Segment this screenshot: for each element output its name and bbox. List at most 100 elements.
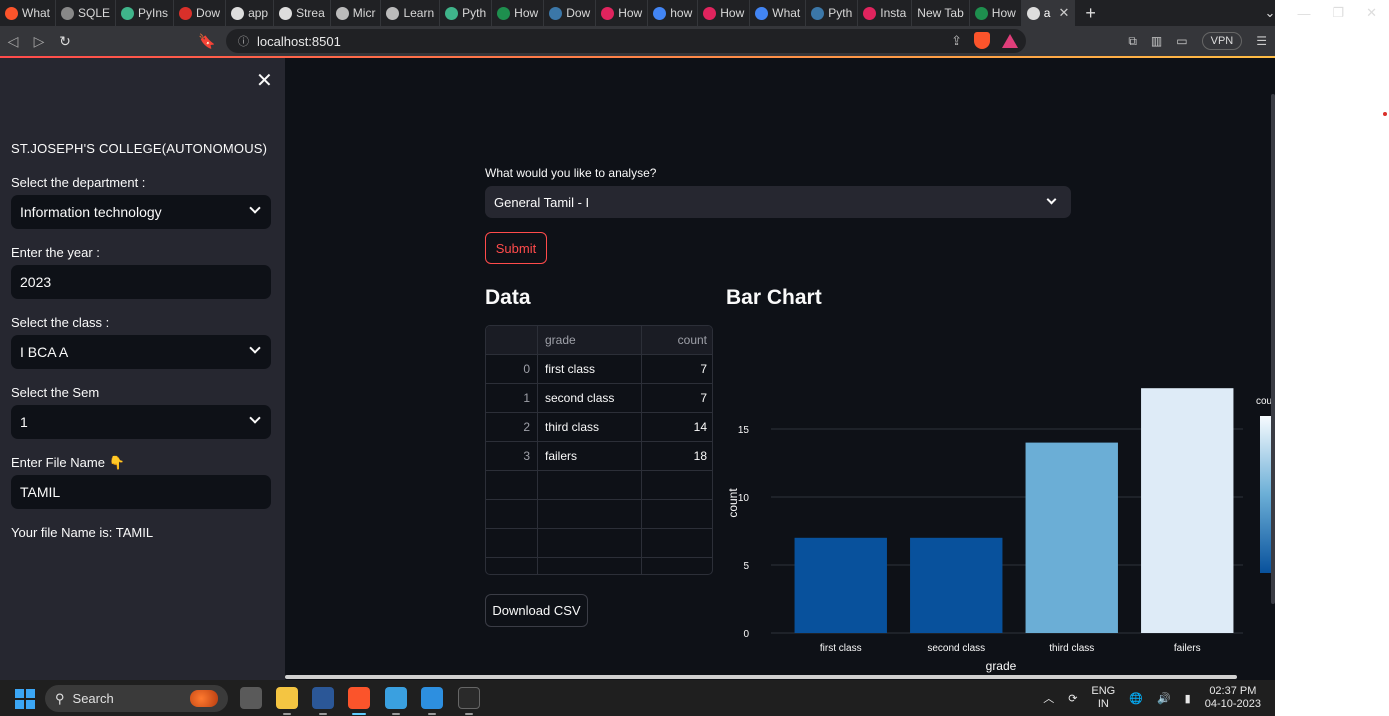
browser-tab[interactable]: What	[750, 0, 807, 26]
table-row: 2 third class 14	[486, 413, 712, 442]
windows-start-icon[interactable]	[15, 689, 35, 709]
table-row: 1 second class 7	[486, 384, 712, 413]
filename-input[interactable]: TAMIL	[11, 475, 271, 509]
file-explorer-icon[interactable]	[276, 687, 298, 709]
browser-tab[interactable]: Dow	[174, 0, 227, 26]
cell-index: 0	[486, 355, 538, 384]
cell-grade: third class	[538, 413, 642, 442]
browser-tab[interactable]: Dow	[544, 0, 597, 26]
bar-second-class[interactable]	[910, 537, 1003, 633]
extensions-icon[interactable]: ⧉	[1128, 34, 1137, 49]
bar-third-class[interactable]	[1025, 442, 1118, 633]
menu-icon[interactable]: ☰	[1256, 34, 1267, 48]
department-label: Select the department :	[11, 175, 146, 190]
notepad-icon[interactable]	[385, 687, 407, 709]
class-select[interactable]: I BCA A	[11, 335, 271, 369]
browser-tab[interactable]: app	[226, 0, 275, 26]
department-select[interactable]: Information technology	[11, 195, 271, 229]
browser-tab[interactable]: Insta	[858, 0, 913, 26]
clock[interactable]: 02:37 PM 04-10-2023	[1205, 685, 1261, 711]
tab-favicon-icon	[5, 6, 18, 20]
taskbar-search[interactable]: ⚲ Search	[45, 685, 228, 712]
close-window-icon[interactable]: ✕	[1366, 5, 1377, 21]
vertical-scrollbar[interactable]	[1271, 94, 1275, 604]
brave-icon[interactable]	[348, 687, 370, 709]
header-count[interactable]: count	[642, 326, 712, 355]
browser-tab[interactable]: how	[648, 0, 699, 26]
sidebar-toggle-icon[interactable]: ▥	[1151, 34, 1162, 48]
tab-favicon-icon	[755, 6, 769, 20]
browser-tab[interactable]: a ✕	[1021, 0, 1076, 26]
download-csv-button[interactable]: Download CSV	[485, 594, 588, 627]
address-bar[interactable]: ⓘ localhost:8501 ⇪	[226, 29, 1026, 53]
browser-toolbar: ◁ ▷ ↻ 🔖 ⓘ localhost:8501 ⇪ ⧉ ▥ ▭ VPN ☰	[0, 26, 1275, 56]
network-icon[interactable]: 🌐	[1129, 692, 1143, 705]
data-table[interactable]: grade count 0 first class 7 1 second cla…	[485, 325, 713, 575]
reload-icon[interactable]: ↻	[52, 33, 78, 50]
class-value: I BCA A	[20, 344, 69, 360]
tab-label: Learn	[403, 6, 435, 20]
tab-favicon-icon	[497, 6, 511, 20]
browser-tab[interactable]: What	[0, 0, 57, 26]
word-icon[interactable]	[312, 687, 334, 709]
forward-icon[interactable]: ▷	[26, 33, 52, 50]
empty-row	[486, 471, 712, 500]
brave-shield-icon[interactable]	[974, 32, 990, 49]
browser-tab[interactable]: How	[596, 0, 649, 26]
volume-icon[interactable]: 🔊	[1157, 692, 1171, 705]
tab-label: New Tab	[917, 6, 964, 20]
analyse-label: What would you like to analyse?	[485, 166, 657, 180]
brave-rewards-icon[interactable]	[1002, 33, 1018, 48]
browser-tab[interactable]: PyIns	[116, 0, 175, 26]
sem-select[interactable]: 1	[11, 405, 271, 439]
analyse-select[interactable]: General Tamil - I	[485, 186, 1071, 218]
empty-row	[486, 529, 712, 558]
vscode-icon[interactable]	[421, 687, 443, 709]
browser-tab[interactable]: How	[492, 0, 545, 26]
minimize-icon[interactable]: —	[1297, 6, 1310, 21]
header-grade[interactable]: grade	[538, 326, 642, 355]
browser-tab[interactable]: How	[970, 0, 1022, 26]
wallet-icon[interactable]: ▭	[1176, 34, 1187, 48]
task-view-icon[interactable]	[240, 687, 262, 709]
browser-tab[interactable]: Pyth	[806, 0, 859, 26]
language-indicator[interactable]: ENG IN	[1091, 685, 1115, 711]
submit-button[interactable]: Submit	[485, 232, 547, 264]
share-icon[interactable]: ⇪	[951, 33, 962, 49]
horizontal-scrollbar[interactable]	[285, 675, 1237, 679]
tab-list-icon[interactable]: ⌄	[1265, 5, 1276, 21]
y-tick-label: 0	[743, 629, 749, 640]
close-sidebar-icon[interactable]: ✕	[256, 68, 273, 93]
bookmark-icon[interactable]: 🔖	[194, 33, 220, 50]
terminal-icon[interactable]	[458, 687, 480, 709]
browser-tab[interactable]: New Tab	[912, 0, 970, 26]
tab-close-icon[interactable]: ✕	[1058, 5, 1069, 21]
tab-favicon-icon	[549, 6, 563, 20]
bar-failers[interactable]	[1141, 388, 1234, 633]
maximize-icon[interactable]: ❐	[1332, 5, 1344, 21]
site-info-icon[interactable]: ⓘ	[238, 33, 249, 49]
new-tab-icon[interactable]: +	[1075, 3, 1106, 24]
tab-label: How	[991, 6, 1016, 20]
browser-tab[interactable]: Strea	[274, 0, 331, 26]
bar-chart[interactable]: 051015 first class second class third clas…	[725, 313, 1275, 675]
tab-label: how	[670, 6, 693, 20]
browser-tab[interactable]: How	[698, 0, 751, 26]
browser-tab[interactable]: SQLE	[56, 0, 117, 26]
browser-tab[interactable]: Pyth	[440, 0, 493, 26]
year-input[interactable]: 2023	[11, 265, 271, 299]
browser-tab[interactable]: Learn	[381, 0, 441, 26]
tab-label: Dow	[566, 6, 591, 20]
back-icon[interactable]: ◁	[0, 33, 26, 50]
vpn-button[interactable]: VPN	[1201, 32, 1243, 50]
x-tick-label: second class	[927, 643, 985, 654]
chevron-up-icon[interactable]: ︿	[1043, 690, 1054, 706]
bar-first-class[interactable]	[794, 537, 887, 633]
tab-favicon-icon	[121, 6, 135, 20]
sync-icon[interactable]: ⟳	[1068, 692, 1077, 705]
sidebar: ✕ ST.JOSEPH'S COLLEGE(AUTONOMOUS) Select…	[0, 58, 285, 680]
battery-icon[interactable]: ▮	[1185, 692, 1191, 705]
colorbar-title: cou	[1256, 396, 1272, 407]
empty-row	[486, 558, 712, 574]
browser-tab[interactable]: Micr	[331, 0, 382, 26]
